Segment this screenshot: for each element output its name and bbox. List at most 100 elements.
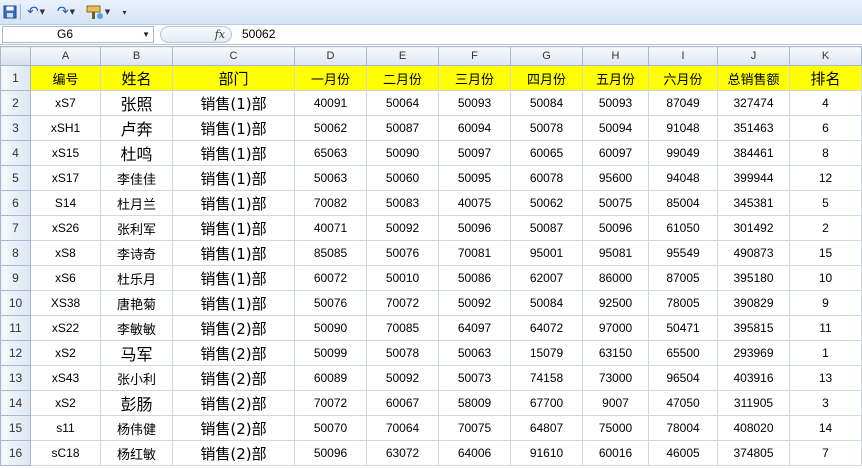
table-cell[interactable]: 张小利 (100, 365, 173, 391)
table-cell[interactable]: 50096 (438, 215, 511, 241)
table-cell[interactable]: 50093 (438, 90, 511, 116)
table-cell[interactable]: 63072 (366, 440, 439, 466)
table-cell[interactable]: 50090 (366, 140, 439, 166)
column-header[interactable]: I (648, 46, 718, 66)
table-cell[interactable]: 销售(1)部 (172, 190, 295, 216)
table-cell[interactable]: 70072 (294, 390, 367, 416)
table-cell[interactable]: 50078 (366, 340, 439, 366)
table-cell[interactable]: xS6 (30, 265, 101, 291)
table-cell[interactable]: 50087 (510, 215, 583, 241)
table-cell[interactable]: 50094 (582, 115, 649, 141)
table-cell[interactable]: 销售(1)部 (172, 165, 295, 191)
table-cell[interactable]: 91048 (648, 115, 718, 141)
table-cell[interactable]: 销售(1)部 (172, 90, 295, 116)
row-header[interactable]: 13 (0, 365, 31, 391)
customize-toolbar-button[interactable]: ▾ (118, 3, 130, 21)
table-cell[interactable]: xS2 (30, 390, 101, 416)
table-cell[interactable]: 50087 (366, 115, 439, 141)
table-cell[interactable]: 345381 (717, 190, 790, 216)
table-cell[interactable]: 销售(2)部 (172, 340, 295, 366)
table-cell[interactable]: 2 (789, 215, 862, 241)
column-title-cell[interactable]: 部门 (172, 65, 295, 91)
fx-icon[interactable]: fx (215, 27, 225, 42)
table-cell[interactable]: 390829 (717, 290, 790, 316)
table-cell[interactable]: 40075 (438, 190, 511, 216)
table-cell[interactable]: 60072 (294, 265, 367, 291)
table-cell[interactable]: 15079 (510, 340, 583, 366)
table-cell[interactable]: 65500 (648, 340, 718, 366)
table-cell[interactable]: 64807 (510, 415, 583, 441)
table-cell[interactable]: 99049 (648, 140, 718, 166)
column-header[interactable]: A (30, 46, 101, 66)
table-cell[interactable]: 60097 (582, 140, 649, 166)
table-cell[interactable]: 销售(1)部 (172, 240, 295, 266)
name-box[interactable]: G6 ▼ (2, 26, 154, 43)
row-header[interactable]: 3 (0, 115, 31, 141)
column-title-cell[interactable]: 排名 (789, 65, 862, 91)
table-cell[interactable]: 50062 (294, 115, 367, 141)
table-cell[interactable]: 61050 (648, 215, 718, 241)
table-cell[interactable]: 70082 (294, 190, 367, 216)
table-cell[interactable]: 63150 (582, 340, 649, 366)
table-cell[interactable]: xS7 (30, 90, 101, 116)
table-cell[interactable]: 408020 (717, 415, 790, 441)
table-cell[interactable]: 50097 (438, 140, 511, 166)
table-cell[interactable]: 50099 (294, 340, 367, 366)
table-cell[interactable]: 50086 (438, 265, 511, 291)
table-cell[interactable]: 70085 (366, 315, 439, 341)
table-cell[interactable]: 杜月兰 (100, 190, 173, 216)
table-cell[interactable]: 50073 (438, 365, 511, 391)
format-painter-button[interactable]: ▼ (84, 3, 112, 21)
table-cell[interactable]: 50092 (438, 290, 511, 316)
table-cell[interactable]: 张照 (100, 90, 173, 116)
undo-button[interactable]: ↶ ▼ (23, 3, 49, 21)
table-cell[interactable]: 销售(1)部 (172, 140, 295, 166)
row-header[interactable]: 9 (0, 265, 31, 291)
table-cell[interactable]: 311905 (717, 390, 790, 416)
table-cell[interactable]: 卢奔 (100, 115, 173, 141)
table-cell[interactable]: 91610 (510, 440, 583, 466)
table-cell[interactable]: 11 (789, 315, 862, 341)
table-cell[interactable]: 40071 (294, 215, 367, 241)
table-cell[interactable]: 50062 (510, 190, 583, 216)
table-cell[interactable]: 50060 (366, 165, 439, 191)
table-cell[interactable]: 销售(1)部 (172, 115, 295, 141)
column-header[interactable]: G (510, 46, 583, 66)
table-cell[interactable]: 彭肠 (100, 390, 173, 416)
table-cell[interactable]: 78004 (648, 415, 718, 441)
table-cell[interactable]: 97000 (582, 315, 649, 341)
table-cell[interactable]: 14 (789, 415, 862, 441)
row-header[interactable]: 4 (0, 140, 31, 166)
table-cell[interactable]: 销售(2)部 (172, 440, 295, 466)
table-cell[interactable]: 86000 (582, 265, 649, 291)
table-cell[interactable]: 96504 (648, 365, 718, 391)
column-header[interactable]: B (100, 46, 173, 66)
table-cell[interactable]: 李敏敏 (100, 315, 173, 341)
chevron-down-icon[interactable]: ▼ (70, 8, 75, 16)
table-cell[interactable]: 9007 (582, 390, 649, 416)
table-cell[interactable]: 5 (789, 190, 862, 216)
table-cell[interactable]: xS26 (30, 215, 101, 241)
table-cell[interactable]: 64072 (510, 315, 583, 341)
table-cell[interactable]: 50010 (366, 265, 439, 291)
row-header[interactable]: 12 (0, 340, 31, 366)
table-cell[interactable]: 50078 (510, 115, 583, 141)
row-header[interactable]: 10 (0, 290, 31, 316)
row-header[interactable]: 5 (0, 165, 31, 191)
table-cell[interactable]: sC18 (30, 440, 101, 466)
column-header[interactable]: E (366, 46, 439, 66)
column-title-cell[interactable]: 一月份 (294, 65, 367, 91)
save-button[interactable] (2, 3, 18, 21)
table-cell[interactable]: 50092 (366, 215, 439, 241)
table-cell[interactable]: 92500 (582, 290, 649, 316)
table-cell[interactable]: 75000 (582, 415, 649, 441)
chevron-down-icon[interactable]: ▼ (40, 8, 45, 16)
table-cell[interactable]: 490873 (717, 240, 790, 266)
table-cell[interactable]: 李佳佳 (100, 165, 173, 191)
table-cell[interactable]: 58009 (438, 390, 511, 416)
table-cell[interactable]: 销售(1)部 (172, 290, 295, 316)
table-cell[interactable]: XS38 (30, 290, 101, 316)
table-cell[interactable]: 70072 (366, 290, 439, 316)
table-cell[interactable]: 销售(1)部 (172, 265, 295, 291)
table-cell[interactable]: 10 (789, 265, 862, 291)
